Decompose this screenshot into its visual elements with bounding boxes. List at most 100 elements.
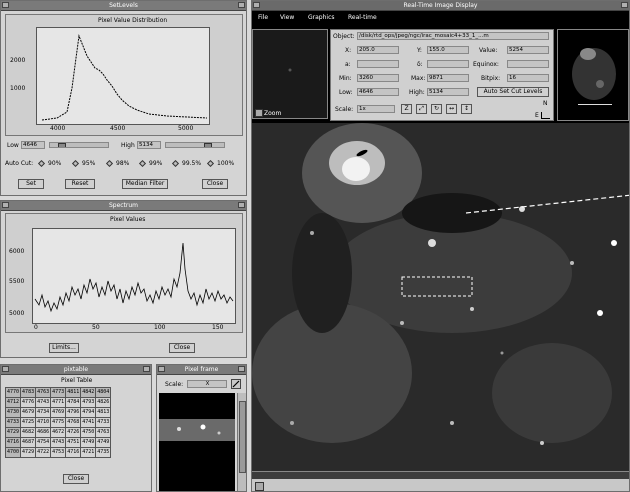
compass-north: N [543,100,548,107]
delta-field [427,60,469,68]
pixel-frame-title: Pixel frame [184,366,219,373]
flip-x-icon[interactable]: ↔ [446,104,457,114]
pf-vscrollbar[interactable] [237,393,246,491]
autocut-radio-99-5[interactable] [171,159,180,168]
high-input[interactable]: 5134 [137,141,161,149]
autocut-radio-99[interactable] [138,159,147,168]
window-menu-button[interactable] [253,2,260,8]
autocut-option: 99.5% [182,160,202,167]
maximize-button[interactable] [143,366,150,372]
window-menu-button[interactable] [2,366,9,372]
limits-button[interactable]: Limits... [49,343,79,353]
table-cell: 4826 [95,397,112,408]
flip-icon[interactable]: ⤢ [416,104,427,114]
table-cell: 4763 [35,387,52,398]
low-slider-thumb[interactable] [58,143,66,147]
pf-slash-icon[interactable] [231,379,241,389]
autocut-radio-90[interactable] [37,159,46,168]
set-button[interactable]: Set [18,179,44,189]
table-cell: 4733 [95,417,112,428]
table-cell: 4700 [4,447,22,458]
menu-realtime[interactable]: Real-time [348,14,377,21]
info-panel: Object: /disk/rtd_ops/jpeg/ngc/irac_mosa… [330,29,554,121]
window-menu-button[interactable] [2,2,9,8]
table-cell: 4735 [95,447,112,458]
pf-scale-select[interactable]: X [187,380,227,388]
autocut-radio-98[interactable] [105,159,114,168]
table-cell: 4729 [4,427,22,438]
table-cell: 4749 [80,437,97,448]
maximize-button[interactable] [238,202,245,208]
maximize-button[interactable] [238,2,245,8]
scale-select[interactable]: 1x [357,105,395,113]
spectrum-plot [32,228,236,324]
table-cell: 4751 [65,437,82,448]
autocut-option: 98% [116,160,130,167]
status-toggle[interactable] [255,482,264,491]
main-image-canvas[interactable] [252,123,629,471]
menu-graphics[interactable]: Graphics [308,14,335,21]
low-field[interactable]: 4646 [357,88,399,96]
table-cell: 4753 [50,447,67,458]
window-menu-button[interactable] [158,366,165,372]
zoom-panel: Zoom [252,29,328,119]
spectrum-title: Spectrum [108,202,139,209]
high-field[interactable]: 5134 [427,88,469,96]
rtd-titlebar[interactable]: Real-Time Image Display [252,1,629,11]
close-button[interactable]: Close [202,179,228,189]
min-label: Min: [339,75,352,82]
histogram-plot [36,27,210,125]
pixel-frame-window: Pixel frame Scale: X [156,364,247,492]
maximize-button[interactable] [621,2,628,8]
x-label: X: [345,47,352,54]
high-slider[interactable] [165,142,225,148]
rotate-icon[interactable]: ↻ [431,104,442,114]
zoom-toggle[interactable] [255,109,263,117]
table-row: 4730 4679 4734 4769 4796 4794 4813 [4,407,112,418]
equinox-label: Equinox: [473,61,499,68]
close-button[interactable]: Close [169,343,195,353]
low-slider[interactable] [49,142,109,148]
table-cell: 4743 [50,437,67,448]
x-tick: 4500 [110,125,126,132]
menu-file[interactable]: File [258,14,268,21]
autocut-radio-95[interactable] [71,159,80,168]
pixel-frame-titlebar[interactable]: Pixel frame [157,365,246,375]
spectrum-panel: Pixel Values 6000 5500 5000 0 50 100 150 [5,213,243,333]
table-cell: 4842 [80,387,97,398]
high-slider-thumb[interactable] [204,143,212,147]
autocut-option: 90% [48,160,62,167]
spectrum-titlebar[interactable]: Spectrum [1,201,246,211]
median-filter-button[interactable]: Median Filter [122,179,168,189]
panner[interactable] [557,29,629,121]
y-field: 155.0 [427,46,469,54]
table-cell: 4716 [65,447,82,458]
menubar: File View Graphics Real-time [252,11,629,23]
y-tick: 1000 [10,85,26,92]
table-cell: 4729 [20,447,37,458]
low-input[interactable]: 4646 [21,141,45,149]
close-button[interactable]: Close [63,474,89,484]
autocut-option: 100% [217,160,235,167]
autocut-radio-100[interactable] [206,159,215,168]
menu-view[interactable]: View [280,14,294,21]
x-field: 205.0 [357,46,399,54]
zoom-in-icon[interactable]: Z [401,104,412,114]
pixtable-titlebar[interactable]: pixtable [1,365,151,375]
pixtable-title: pixtable [63,366,89,373]
object-field[interactable]: /disk/rtd_ops/jpeg/ngc/irac_mosaic4+33_1… [357,32,549,40]
table-row: 4700 4729 4722 4753 4716 4721 4735 [4,447,112,458]
reset-button[interactable]: Reset [65,179,95,189]
maximize-button[interactable] [238,366,245,372]
auto-set-cut-levels-button[interactable]: Auto Set Cut Levels [477,87,549,97]
setlevels-titlebar[interactable]: SetLevels [1,1,246,11]
table-row: 4733 4725 4710 4775 4768 4741 4733 [4,417,112,428]
table-row: 4729 4682 4686 4672 4726 4750 4763 [4,427,112,438]
pf-vscroll-thumb[interactable] [239,401,246,473]
table-cell: 4773 [50,387,67,398]
pf-image-area [159,393,235,491]
window-menu-button[interactable] [2,202,9,208]
flip-y-icon[interactable]: ↕ [461,104,472,114]
y-tick: 2000 [10,57,26,64]
table-cell: 4687 [20,437,37,448]
